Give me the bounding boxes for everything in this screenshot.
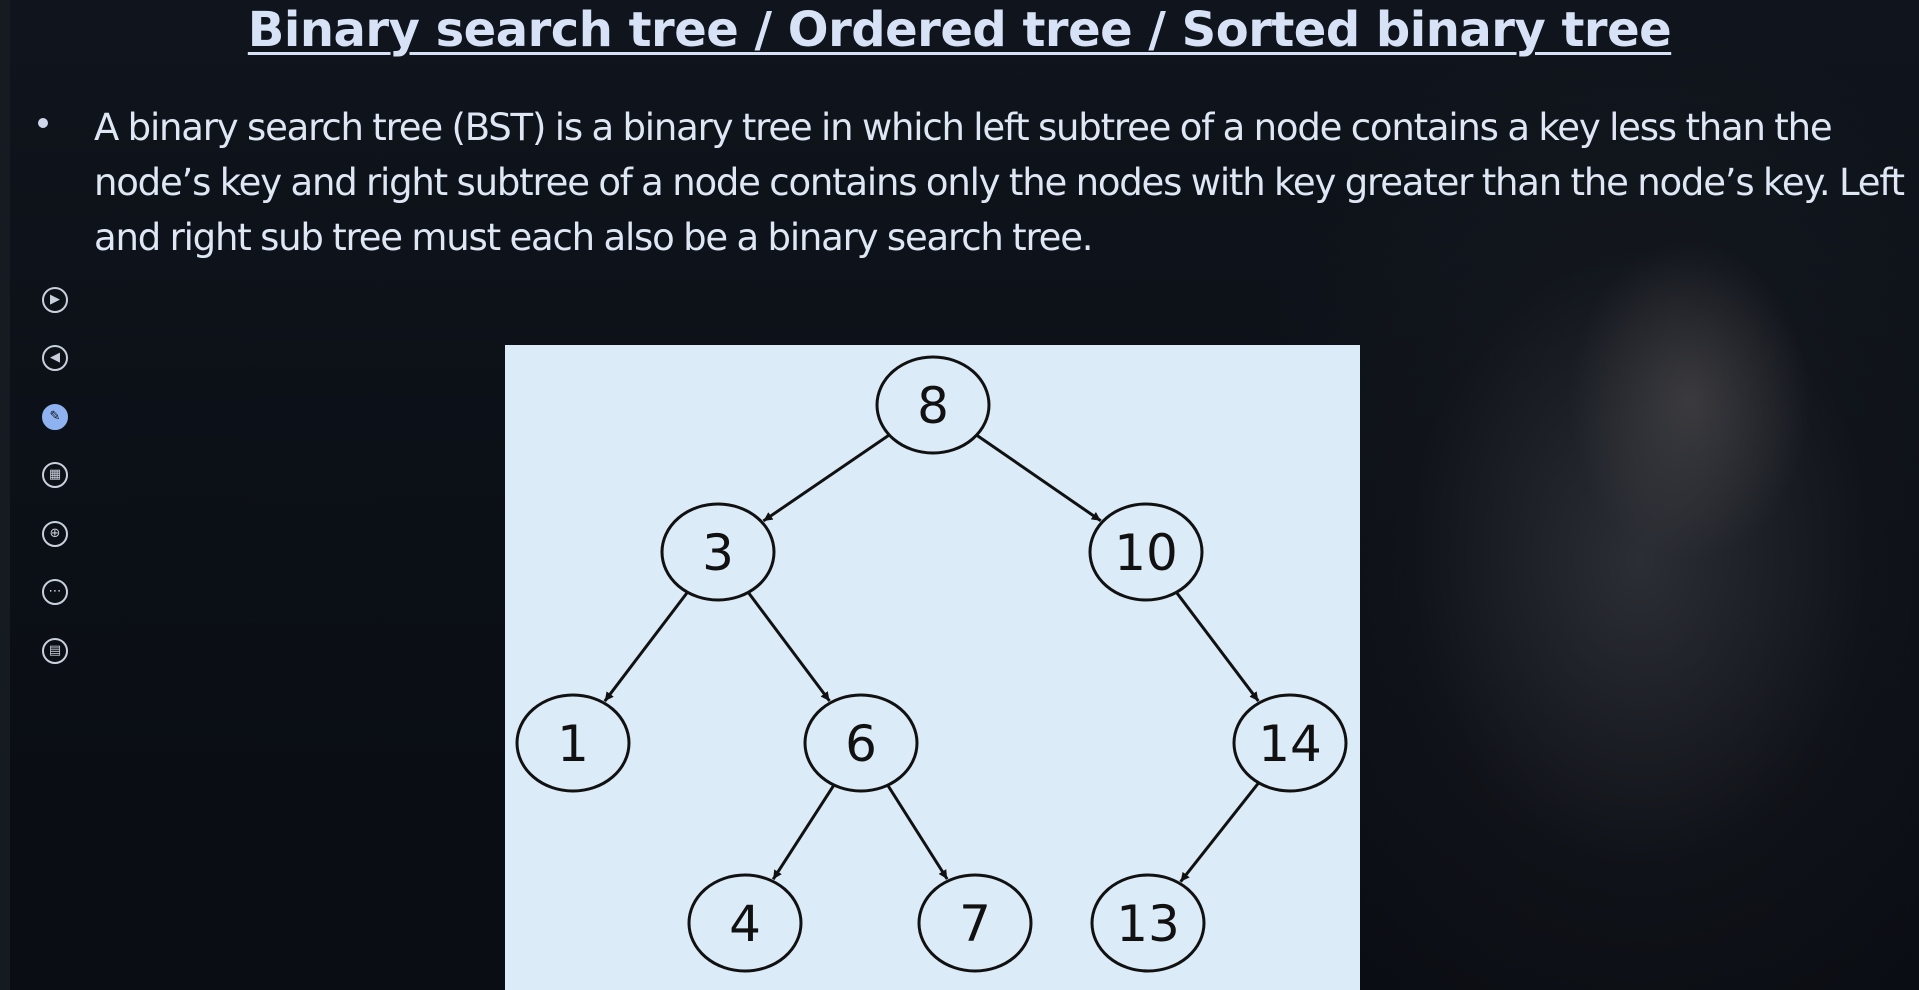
edge-n6-n4 bbox=[771, 784, 836, 881]
slide-title: Binary search tree / Ordered tree / Sort… bbox=[0, 0, 1919, 60]
slide-title-text: Binary search tree / Ordered tree / Sort… bbox=[247, 2, 1672, 58]
bullet-text: A binary search tree (BST) is a binary t… bbox=[94, 106, 1905, 259]
edge-n8-n3 bbox=[762, 433, 891, 523]
tree-node: 6 bbox=[803, 693, 919, 793]
bst-diagram: 8 3 10 1 6 14 4 7 13 bbox=[505, 345, 1360, 990]
more-options-icon[interactable]: ⋯ bbox=[42, 579, 68, 605]
node-label: 13 bbox=[1116, 895, 1180, 953]
node-label: 6 bbox=[845, 715, 877, 773]
slideshow-screen: Binary search tree / Ordered tree / Sort… bbox=[0, 0, 1919, 990]
tree-edges bbox=[603, 433, 1260, 883]
tree-node: 4 bbox=[687, 873, 803, 973]
previous-icon[interactable]: ◀ bbox=[42, 345, 68, 371]
tree-node: 1 bbox=[515, 693, 631, 793]
tree-nodes: 8 3 10 1 6 14 4 7 13 bbox=[515, 355, 1348, 973]
tree-node: 14 bbox=[1232, 693, 1348, 793]
node-label: 3 bbox=[702, 524, 734, 582]
tree-node: 13 bbox=[1090, 873, 1206, 973]
zoom-icon[interactable]: ⊕ bbox=[42, 521, 68, 547]
edge-n3-n1 bbox=[603, 591, 689, 703]
node-label: 14 bbox=[1258, 715, 1322, 773]
bullet-marker bbox=[38, 118, 48, 128]
bst-diagram-svg: 8 3 10 1 6 14 4 7 13 bbox=[515, 355, 1348, 973]
screen-bezel bbox=[0, 0, 10, 990]
subtitles-icon[interactable]: ▤ bbox=[42, 638, 68, 664]
tree-node: 7 bbox=[917, 873, 1033, 973]
edge-n6-n7 bbox=[886, 784, 949, 880]
edge-n14-n13 bbox=[1179, 781, 1260, 883]
edge-n10-n14 bbox=[1175, 591, 1260, 702]
tree-node: 8 bbox=[875, 355, 991, 455]
node-label: 8 bbox=[917, 377, 949, 435]
node-label: 10 bbox=[1114, 524, 1178, 582]
slides-overview-icon[interactable]: ▦ bbox=[42, 462, 68, 488]
edge-n8-n10 bbox=[975, 433, 1102, 522]
edge-n3-n6 bbox=[747, 591, 831, 702]
next-icon[interactable]: ▶ bbox=[42, 287, 68, 313]
tree-node: 10 bbox=[1088, 502, 1204, 602]
node-label: 7 bbox=[959, 895, 991, 953]
node-label: 1 bbox=[557, 715, 589, 773]
node-label: 4 bbox=[729, 895, 761, 953]
tree-node: 3 bbox=[660, 502, 776, 602]
pen-icon[interactable]: ✎ bbox=[42, 404, 68, 430]
